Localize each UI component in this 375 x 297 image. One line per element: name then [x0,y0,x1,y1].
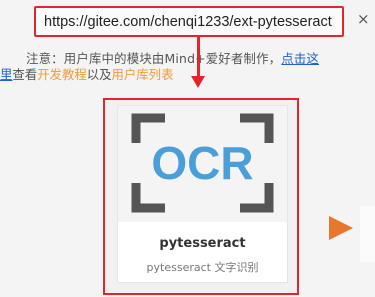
notice-line-2: 里查看开发教程以及用户库列表 [0,67,173,83]
user-library-list-link[interactable]: 用户库列表 [112,67,174,82]
url-bar[interactable] [34,6,344,37]
close-icon[interactable]: × [357,12,370,27]
notice-and-text: 以及 [86,67,112,82]
card-title: pytesseract [159,236,246,251]
next-arrow-icon[interactable] [329,216,353,240]
notice-view-text: 查看 [12,67,38,82]
click-here-link-continued[interactable]: 里 [0,67,12,82]
ocr-logo-text: OCR [151,137,253,189]
click-here-link[interactable]: 点击这 [281,51,319,66]
red-arrow-shaft [197,35,200,77]
url-input[interactable] [44,12,334,32]
right-side-panel [360,206,375,262]
dev-tutorial-link[interactable]: 开发教程 [37,67,87,82]
card-description: pytesseract 文字识别 [146,261,259,274]
notice-prefix: 注意：用户库中的模块由Mind+爱好者制作， [26,51,282,66]
ocr-logo-icon: OCR [131,113,274,213]
extension-card-pytesseract[interactable]: OCR pytesseract pytesseract 文字识别 [117,105,288,283]
card-thumbnail: OCR [118,106,287,222]
red-down-arrow-icon [191,76,205,88]
notice-line-1: 注意：用户库中的模块由Mind+爱好者制作，点击这 [26,51,319,67]
